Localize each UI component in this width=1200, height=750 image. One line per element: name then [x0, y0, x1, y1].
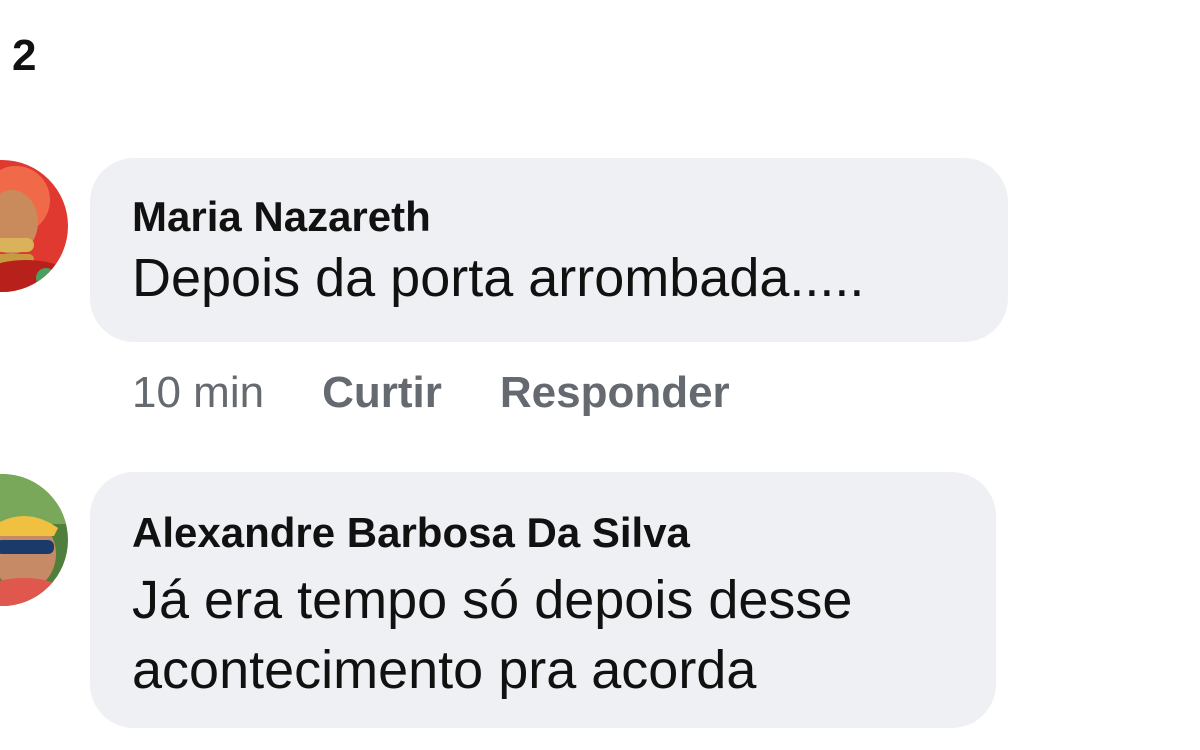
comment-actions: 10 min Curtir Responder	[132, 368, 730, 418]
comment-author[interactable]: Alexandre Barbosa Da Silva	[132, 512, 690, 554]
comment-author[interactable]: Maria Nazareth	[132, 196, 431, 238]
avatar-photo-icon	[0, 160, 68, 292]
comment-text: Depois da porta arrombada.....	[132, 248, 865, 308]
comment-text-line-1: Já era tempo só depois desse	[132, 570, 853, 630]
comment-text-line-2: acontecimento pra acorda	[132, 640, 757, 700]
avatar-photo-icon	[0, 474, 68, 606]
avatar[interactable]	[0, 474, 68, 606]
avatar[interactable]	[0, 160, 68, 292]
comment-count: 2	[12, 31, 37, 80]
comment-time[interactable]: 10 min	[132, 368, 264, 418]
like-button[interactable]: Curtir	[322, 368, 442, 418]
reply-button[interactable]: Responder	[500, 368, 730, 418]
comment-bubble: Maria Nazareth Depois da porta arrombada…	[90, 158, 1008, 342]
comments-page: 2 Maria Nazareth Depois da porta arromba…	[0, 0, 1200, 750]
comment-bubble: Alexandre Barbosa Da Silva Já era tempo …	[90, 472, 996, 728]
